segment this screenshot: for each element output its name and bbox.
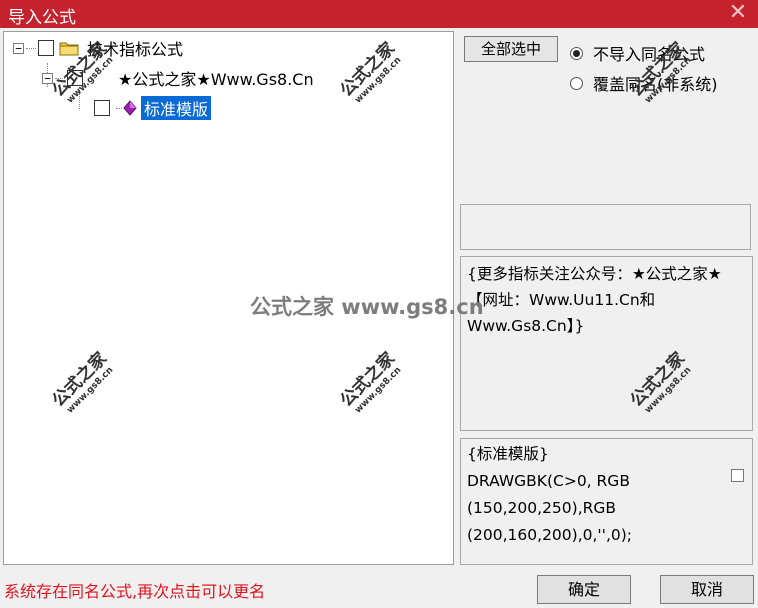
radio-button[interactable]	[570, 76, 583, 90]
window-title: 导入公式	[8, 8, 76, 28]
cancel-button[interactable]: 取消	[660, 575, 754, 604]
folder-icon	[59, 42, 79, 55]
select-all-button[interactable]: 全部选中	[464, 36, 558, 62]
tree-node-checkbox[interactable]	[94, 100, 110, 116]
radio-button[interactable]	[570, 46, 583, 60]
tree-node-formula[interactable]: 标准模版	[94, 96, 212, 120]
tree-dots	[26, 47, 36, 49]
tree-node-label[interactable]: 标准模版	[141, 96, 212, 120]
empty-field	[460, 204, 751, 250]
collapse-toggle[interactable]: −	[42, 72, 53, 84]
formula-description: {更多指标关注公众号：★公式之家★【网址：Www.Uu11.Cn和Www.Gs8…	[460, 256, 753, 431]
code-text: {标准模版} DRAWGBK(C>0, RGB (150,200,250),RG…	[467, 445, 632, 544]
collapse-toggle[interactable]: −	[13, 42, 24, 54]
formula-gem-icon	[123, 100, 137, 116]
tree-dots	[116, 107, 122, 109]
status-message: 系统存在同名公式,再次点击可以更名	[4, 582, 266, 601]
close-icon[interactable]: ✕	[726, 1, 750, 25]
tree-node-checkbox[interactable]	[38, 40, 54, 56]
code-checkbox[interactable]	[731, 469, 744, 482]
title-bar: 导入公式 ✕	[0, 0, 758, 28]
formula-code-preview: {标准模版} DRAWGBK(C>0, RGB (150,200,250),RG…	[460, 438, 753, 565]
options-panel: 全部选中 不导入同名公式 覆盖同名(非系统) {更多指标关注公众号：★公式之家★…	[459, 31, 755, 565]
watermark-text: 公式之家 www.gs8.cn	[250, 295, 484, 319]
tree-node-label[interactable]: ★公式之家★Www.Gs8.Cn	[118, 66, 314, 90]
ok-button[interactable]: 确定	[537, 575, 631, 604]
